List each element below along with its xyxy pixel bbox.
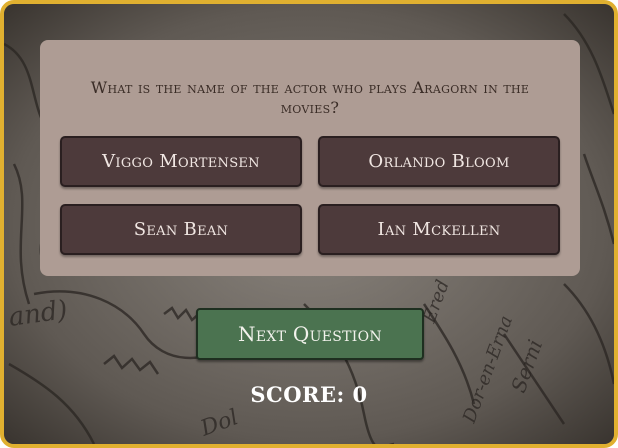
answer-button[interactable]: Ian Mckellen [318, 204, 560, 255]
score-display: SCORE: 0 [250, 382, 368, 407]
answer-button[interactable]: Viggo Mortensen [60, 136, 302, 187]
question-text: What is the name of the actor who plays … [90, 78, 530, 117]
question-card: What is the name of the actor who plays … [40, 40, 580, 276]
answer-button[interactable]: Sean Bean [60, 204, 302, 255]
answer-button[interactable]: Orlando Bloom [318, 136, 560, 187]
quiz-frame: and) Dol Ered Dor-en-Erna Serni What is … [0, 0, 618, 448]
next-question-button[interactable]: Next Question [196, 308, 424, 360]
